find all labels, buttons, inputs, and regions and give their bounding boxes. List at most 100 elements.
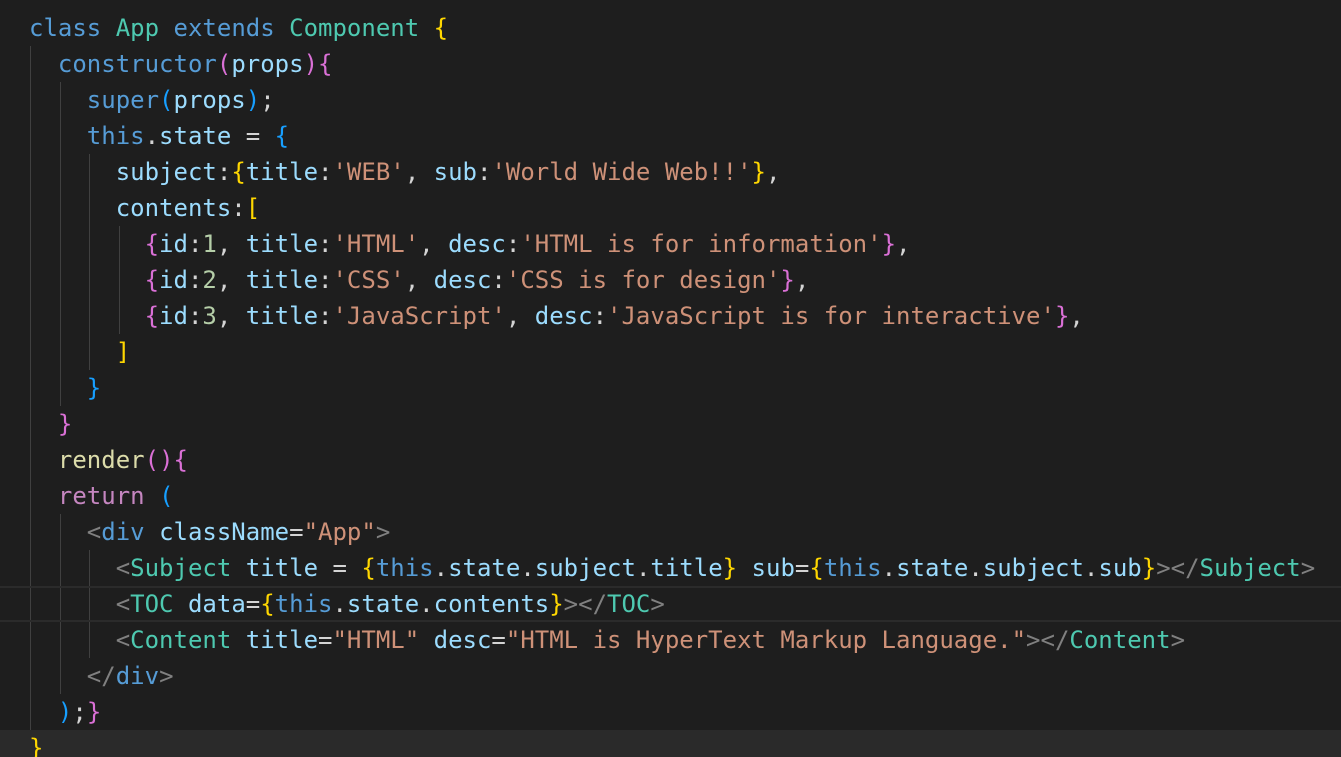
code-token: desc — [448, 230, 506, 258]
code-token: props — [173, 86, 246, 114]
code-token: { — [361, 554, 376, 582]
code-token: title — [245, 266, 319, 294]
code-token: } — [549, 590, 564, 618]
code-token: } — [1054, 302, 1070, 330]
code-token: this — [274, 590, 333, 618]
code-token: : — [318, 230, 333, 258]
code-token: { — [144, 302, 160, 330]
code-line[interactable]: </div> — [0, 658, 1341, 694]
code-line[interactable]: <div className="App"> — [0, 514, 1341, 550]
code-token: this — [86, 122, 145, 150]
code-line[interactable]: } — [0, 730, 1341, 757]
code-line[interactable]: {id:3, title:'JavaScript', desc:'JavaScr… — [0, 298, 1341, 334]
code-token: Component — [289, 14, 420, 42]
code-token: title — [245, 230, 319, 258]
code-token: = — [318, 626, 333, 654]
code-token: { — [144, 230, 160, 258]
code-line[interactable]: subject:{title:'WEB', sub:'World Wide We… — [0, 154, 1341, 190]
code-token: < — [115, 626, 131, 654]
code-line[interactable]: return ( — [0, 478, 1341, 514]
code-token: : — [231, 194, 246, 222]
code-token: 'JavaScript is for interactive' — [607, 302, 1055, 330]
code-line[interactable]: constructor(props){ — [0, 46, 1341, 82]
code-token: , — [505, 302, 535, 330]
code-token: contents — [433, 590, 550, 618]
code-line[interactable]: } — [0, 406, 1341, 442]
code-token: div — [101, 518, 145, 546]
code-token: : — [592, 302, 608, 330]
code-line[interactable]: {id:2, title:'CSS', desc:'CSS is for des… — [0, 262, 1341, 298]
code-token: ; — [72, 698, 87, 726]
code-token: sub — [751, 554, 795, 582]
code-token: = — [491, 626, 506, 654]
code-line[interactable]: <TOC data={this.state.contents}></TOC> — [0, 586, 1341, 622]
code-token: > — [1170, 626, 1186, 654]
code-token: < — [115, 554, 131, 582]
code-token: desc — [433, 626, 492, 654]
code-token: { — [173, 446, 188, 474]
code-token: TOC — [607, 590, 651, 618]
code-token: ></ — [563, 590, 608, 618]
code-token: , — [896, 230, 911, 258]
code-line[interactable]: } — [0, 370, 1341, 406]
code-line[interactable]: render(){ — [0, 442, 1341, 478]
code-token: subject — [115, 158, 217, 186]
code-token: , — [404, 266, 434, 294]
code-token: : — [318, 266, 333, 294]
code-token: : — [476, 158, 492, 186]
code-token: state — [448, 554, 521, 582]
code-token: 'HTML is for information' — [520, 230, 882, 258]
code-token: title — [245, 302, 319, 330]
code-token: { — [231, 158, 246, 186]
code-token: } — [29, 734, 44, 757]
code-token: . — [433, 554, 449, 582]
code-token: , — [765, 158, 781, 186]
code-token: , — [1069, 302, 1084, 330]
code-editor[interactable]: class App extends Component { constructo… — [0, 0, 1341, 757]
code-line[interactable]: );} — [0, 694, 1341, 730]
code-token: state — [896, 554, 969, 582]
code-token: } — [1141, 554, 1157, 582]
code-token: sub — [433, 158, 477, 186]
code-token: ) — [57, 698, 73, 726]
code-line[interactable]: ] — [0, 334, 1341, 370]
code-line[interactable]: super(props); — [0, 82, 1341, 118]
code-token: id — [159, 230, 188, 258]
code-token: super — [86, 86, 160, 114]
code-token: . — [144, 122, 160, 150]
code-token: : — [318, 158, 333, 186]
code-token: 'HTML' — [332, 230, 420, 258]
code-token: data — [187, 590, 246, 618]
code-line[interactable]: {id:1, title:'HTML', desc:'HTML is for i… — [0, 226, 1341, 262]
code-line[interactable]: this.state = { — [0, 118, 1341, 154]
code-token: TOC — [130, 590, 174, 618]
code-token: 'CSS' — [332, 266, 405, 294]
code-token: subject — [982, 554, 1084, 582]
code-line[interactable]: <Subject title = {this.state.subject.tit… — [0, 550, 1341, 586]
code-line[interactable]: class App extends Component { — [0, 10, 1341, 46]
code-token: return — [57, 482, 145, 510]
code-token: class — [29, 14, 102, 42]
code-line[interactable]: contents:[ — [0, 190, 1341, 226]
code-token: < — [86, 518, 102, 546]
code-token: ( — [144, 446, 160, 474]
code-token: ) — [159, 446, 174, 474]
code-line[interactable]: <Content title="HTML" desc="HTML is Hype… — [0, 622, 1341, 658]
code-token: > — [375, 518, 391, 546]
code-token: < — [115, 590, 131, 618]
